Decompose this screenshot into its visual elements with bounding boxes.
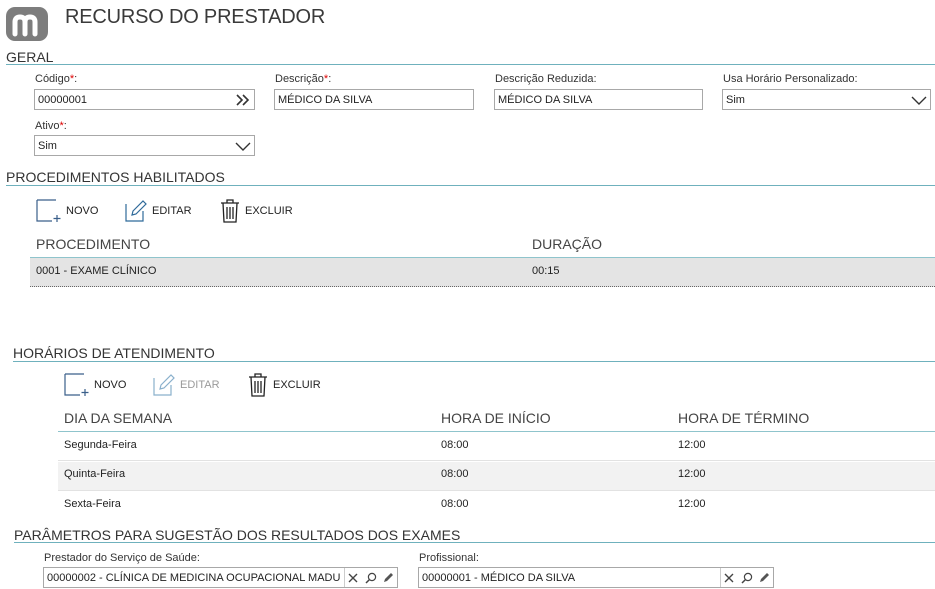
app-logo	[6, 7, 48, 41]
cell-dia: Segunda-Feira	[64, 439, 137, 451]
table-row[interactable]: Segunda-Feira 08:00 12:00	[58, 432, 935, 461]
cell-termino: 12:00	[678, 439, 706, 451]
horarios-excluir-button[interactable]: EXCLUIR	[247, 372, 321, 397]
new-document-icon	[36, 199, 62, 223]
profissional-value: 00000001 - MÉDICO DA SILVA	[422, 572, 576, 584]
table-row[interactable]: 0001 - EXAME CLÍNICO 00:15	[30, 258, 935, 287]
cell-dia: Sexta-Feira	[64, 498, 121, 510]
m-logo-icon	[12, 14, 38, 37]
profissional-field[interactable]: 00000001 - MÉDICO DA SILVA	[418, 567, 774, 588]
trash-icon	[219, 198, 241, 223]
section-divider	[6, 64, 935, 65]
column-header-duracao[interactable]: DURAÇÃO	[532, 236, 602, 252]
codigo-label: Código*:	[35, 73, 78, 85]
ativo-select[interactable]: Sim	[34, 135, 255, 156]
cell-termino: 12:00	[678, 468, 706, 480]
cell-dia: Quinta-Feira	[64, 468, 126, 480]
section-divider	[6, 185, 935, 186]
column-header-dia-semana[interactable]: DIA DA SEMANA	[64, 410, 172, 426]
horarios-novo-button[interactable]: NOVO	[64, 373, 126, 397]
column-header-procedimento[interactable]: PROCEDIMENTO	[36, 236, 150, 252]
trash-icon	[247, 372, 269, 397]
codigo-field[interactable]: 00000001	[34, 89, 255, 110]
cell-termino: 12:00	[678, 498, 706, 510]
close-icon[interactable]	[720, 568, 737, 587]
section-title-horarios: HORÁRIOS DE ATENDIMENTO	[13, 345, 215, 361]
column-header-hora-termino[interactable]: HORA DE TÉRMINO	[678, 410, 809, 426]
table-row[interactable]: Quinta-Feira 08:00 12:00	[58, 462, 935, 491]
double-chevron-right-icon[interactable]	[232, 90, 254, 109]
descricao-reduzida-label: Descrição Reduzida:	[495, 73, 597, 85]
pencil-icon	[124, 199, 148, 223]
section-divider	[14, 542, 935, 543]
section-divider	[13, 361, 935, 362]
page-title: RECURSO DO PRESTADOR	[65, 6, 326, 28]
codigo-value: 00000001	[38, 94, 87, 106]
procedimentos-excluir-button[interactable]: EXCLUIR	[219, 198, 293, 223]
descricao-field[interactable]: MÉDICO DA SILVA	[274, 89, 474, 110]
horarios-editar-button[interactable]: EDITAR	[152, 373, 220, 397]
close-icon[interactable]	[344, 568, 361, 587]
cell-inicio: 08:00	[441, 439, 469, 451]
prestador-field[interactable]: 00000002 - CLÍNICA DE MEDICINA OCUPACION…	[43, 567, 398, 588]
chevron-down-icon[interactable]	[232, 136, 254, 155]
chevron-down-icon[interactable]	[908, 90, 930, 109]
ativo-value: Sim	[38, 140, 57, 152]
search-icon[interactable]	[738, 568, 755, 587]
new-document-icon	[64, 373, 90, 397]
usa-horario-value: Sim	[726, 94, 745, 106]
procedimentos-editar-button[interactable]: EDITAR	[124, 199, 192, 223]
pencil-icon[interactable]	[755, 568, 772, 587]
table-row[interactable]: Sexta-Feira 08:00 12:00	[58, 492, 935, 521]
cell-duracao: 00:15	[532, 265, 560, 277]
column-header-hora-inicio[interactable]: HORA DE INÍCIO	[441, 410, 551, 426]
pencil-icon[interactable]	[379, 568, 396, 587]
cell-inicio: 08:00	[441, 468, 469, 480]
pencil-icon	[152, 373, 176, 397]
section-title-geral: GERAL	[6, 49, 54, 65]
usa-horario-label: Usa Horário Personalizado:	[723, 73, 858, 85]
cell-inicio: 08:00	[441, 498, 469, 510]
prestador-value: 00000002 - CLÍNICA DE MEDICINA OCUPACION…	[47, 572, 341, 584]
profissional-label: Profissional:	[419, 552, 479, 564]
usa-horario-select[interactable]: Sim	[722, 89, 931, 110]
search-icon[interactable]	[362, 568, 379, 587]
section-title-parametros: PARÂMETROS PARA SUGESTÃO DOS RESULTADOS …	[14, 527, 461, 543]
descricao-label: Descrição*:	[275, 73, 332, 85]
section-title-procedimentos: PROCEDIMENTOS HABILITADOS	[6, 169, 225, 185]
procedimentos-novo-button[interactable]: NOVO	[36, 199, 98, 223]
prestador-label: Prestador do Serviço de Saúde:	[44, 552, 200, 564]
cell-procedimento: 0001 - EXAME CLÍNICO	[36, 265, 157, 277]
ativo-label: Ativo*:	[35, 120, 67, 132]
descricao-reduzida-field[interactable]: MÉDICO DA SILVA	[494, 89, 703, 110]
